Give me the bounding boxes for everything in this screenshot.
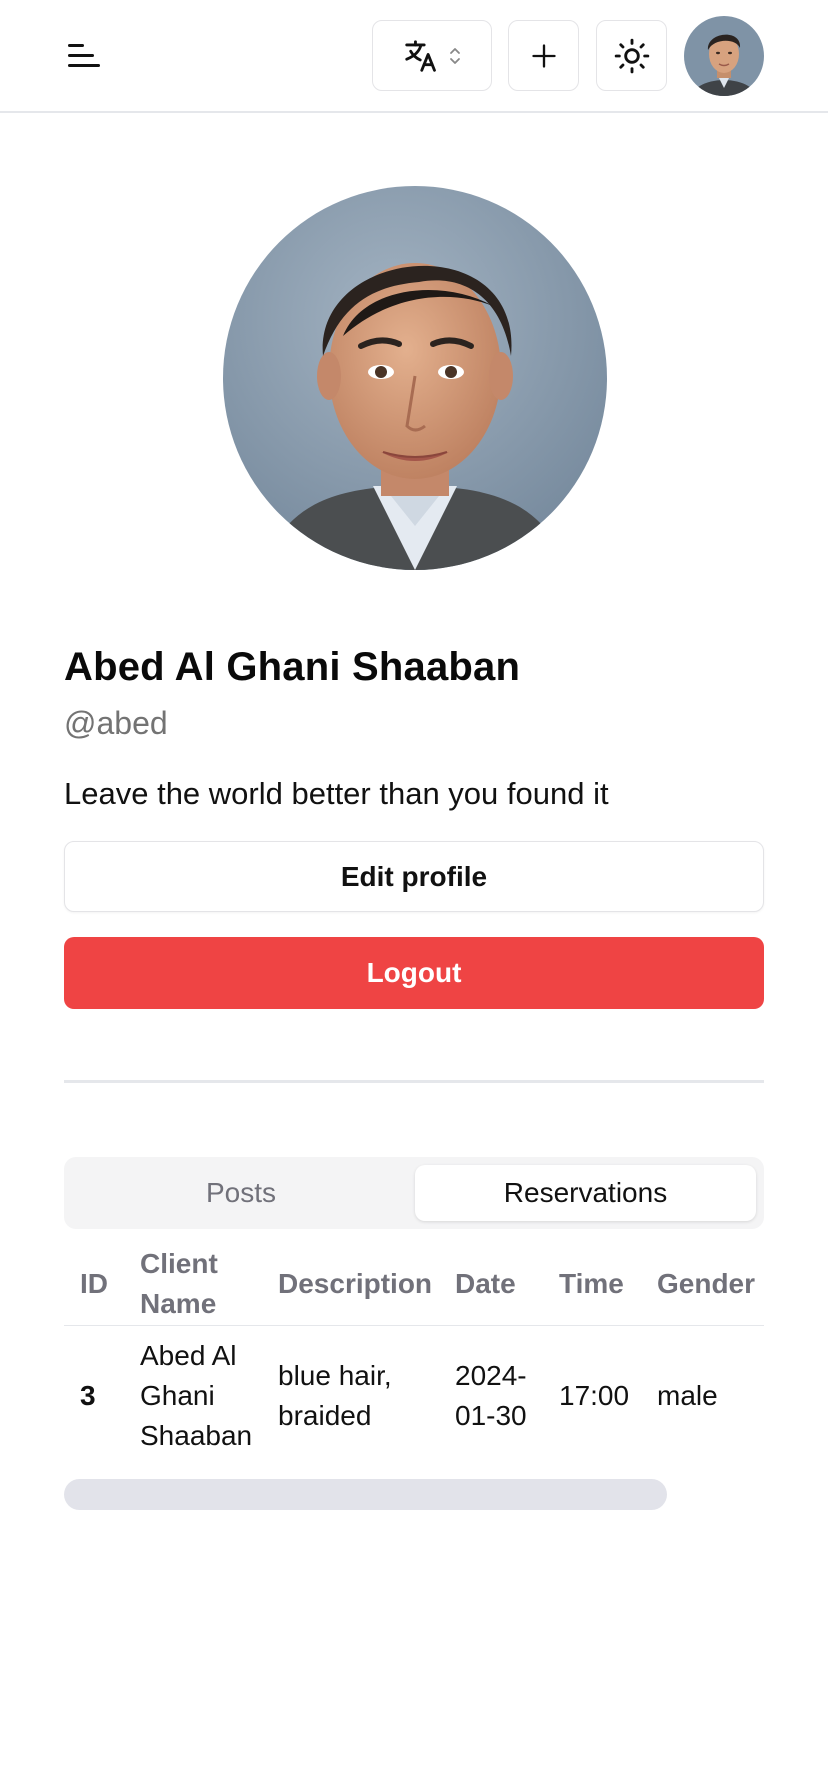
cell-client-line3: Shaaban xyxy=(140,1420,253,1451)
cell-description-line2: braided xyxy=(278,1400,372,1431)
cell-gender: male xyxy=(657,1380,718,1411)
reservations-table: ID Client Name Description Date Time Gen… xyxy=(64,1244,764,1464)
table-header: ID Client Name Description Date Time Gen… xyxy=(64,1244,764,1326)
menu-icon[interactable] xyxy=(64,38,104,74)
table-row: 3 Abed Al Ghani Shaaban blue hair, braid… xyxy=(64,1326,764,1464)
cell-id: 3 xyxy=(80,1380,96,1411)
profile-handle: @abed xyxy=(64,705,168,741)
theme-toggle-button[interactable] xyxy=(596,20,667,91)
add-button[interactable] xyxy=(508,20,579,91)
section-divider xyxy=(64,1080,764,1083)
cell-time: 17:00 xyxy=(559,1380,630,1411)
header-client-name-line2: Name xyxy=(140,1288,217,1319)
header-description: Description xyxy=(278,1268,433,1299)
profile-tabs: Posts Reservations xyxy=(64,1157,764,1229)
chevrons-up-down-icon xyxy=(450,47,460,64)
cell-description-line1: blue hair, xyxy=(278,1360,392,1391)
tab-reservations[interactable]: Reservations xyxy=(415,1165,756,1221)
translate-icon xyxy=(405,39,436,72)
profile-name: Abed Al Ghani Shaaban xyxy=(64,645,521,689)
header-client-name-line1: Client xyxy=(140,1248,218,1279)
header-time: Time xyxy=(559,1268,624,1299)
language-switcher[interactable] xyxy=(372,20,492,91)
logout-button[interactable]: Logout xyxy=(64,937,764,1009)
profile-avatar xyxy=(223,186,607,570)
profile-bio: Leave the world better than you found it xyxy=(64,776,609,811)
cell-client-line1: Abed Al xyxy=(140,1340,237,1371)
header-gender: Gender xyxy=(657,1268,756,1299)
header-date: Date xyxy=(455,1268,516,1299)
cell-client-line2: Ghani xyxy=(140,1380,215,1411)
cell-date-line2: 01-30 xyxy=(455,1400,527,1431)
cell-date-line1: 2024- xyxy=(455,1360,527,1391)
edit-profile-button[interactable]: Edit profile xyxy=(64,841,764,912)
sun-icon xyxy=(614,38,649,73)
user-avatar[interactable] xyxy=(684,16,764,96)
table-horizontal-scrollbar[interactable] xyxy=(64,1479,667,1510)
header-id: ID xyxy=(80,1268,108,1299)
top-bar xyxy=(0,0,828,113)
plus-icon xyxy=(531,43,556,68)
tab-posts[interactable]: Posts xyxy=(72,1165,410,1221)
